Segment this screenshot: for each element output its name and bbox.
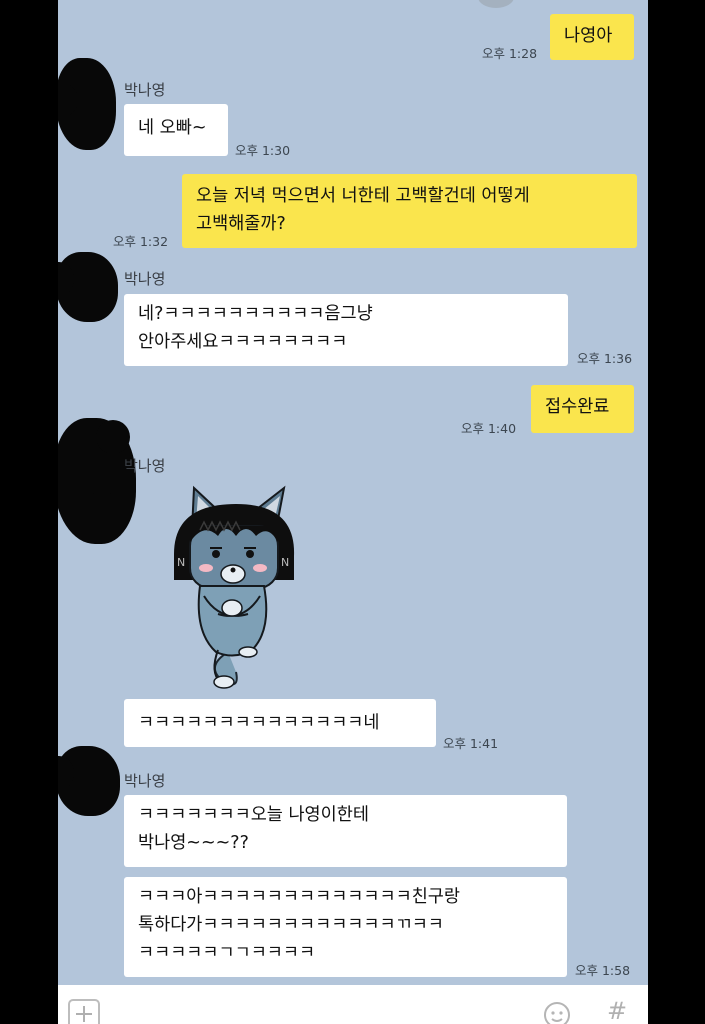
incoming-message-bubble[interactable]: ㅋㅋㅋ아ㅋㅋㅋㅋㅋㅋㅋㅋㅋㅋㅋㅋㅋ친구랑 톡하다가ㅋㅋㅋㅋㅋㅋㅋㅋㅋㅋㅋㅋㄲㅋㅋ… [124,877,567,977]
cat-sticker-icon[interactable]: N N [164,482,300,692]
svg-text:N: N [177,556,185,569]
message-time: 오후 1:40 [461,421,517,436]
outgoing-message-bubble[interactable]: 접수완료 [531,385,634,433]
incoming-message-bubble[interactable]: ㅋㅋㅋㅋㅋㅋㅋㅋㅋㅋㅋㅋㅋㅋ네 [124,699,436,747]
sender-name: 박나영 [124,81,166,99]
sender-name: 박나영 [124,270,166,288]
sender-name: 박나영 [124,772,166,790]
emoji-icon[interactable] [543,1001,571,1024]
svg-text:N: N [281,556,289,569]
message-time: 오후 1:58 [575,963,631,978]
incoming-message-bubble[interactable]: 네?ㅋㅋㅋㅋㅋㅋㅋㅋㅋㅋ음그냥 안아주세요ㅋㅋㅋㅋㅋㅋㅋㅋ [124,294,568,366]
message-list[interactable]: 오후 1:28 나영아 박나영 네 오빠~ 오후 1:30 오후 1:32 오늘… [58,0,648,985]
message-input-bar: # [58,985,648,1024]
add-icon[interactable] [68,999,100,1024]
outgoing-message-bubble[interactable]: 오늘 저녁 먹으면서 너한테 고백할건데 어떻게 고백해줄까? [182,174,637,248]
incoming-message-bubble[interactable]: 네 오빠~ [124,104,228,156]
message-time: 오후 1:30 [235,143,291,158]
message-time: 오후 1:28 [482,46,538,61]
hashtag-icon[interactable]: # [607,997,627,1024]
sender-name: 박나영 [124,457,166,475]
message-time: 오후 1:36 [577,351,633,366]
incoming-message-bubble[interactable]: ㅋㅋㅋㅋㅋㅋㅋ오늘 나영이한테 박나영~~~?? [124,795,567,867]
outgoing-message-bubble[interactable]: 나영아 [550,14,634,60]
message-time: 오후 1:32 [113,234,169,249]
chat-screen: 오후 1:28 나영아 박나영 네 오빠~ 오후 1:30 오후 1:32 오늘… [58,0,648,1024]
message-time: 오후 1:41 [443,736,499,751]
